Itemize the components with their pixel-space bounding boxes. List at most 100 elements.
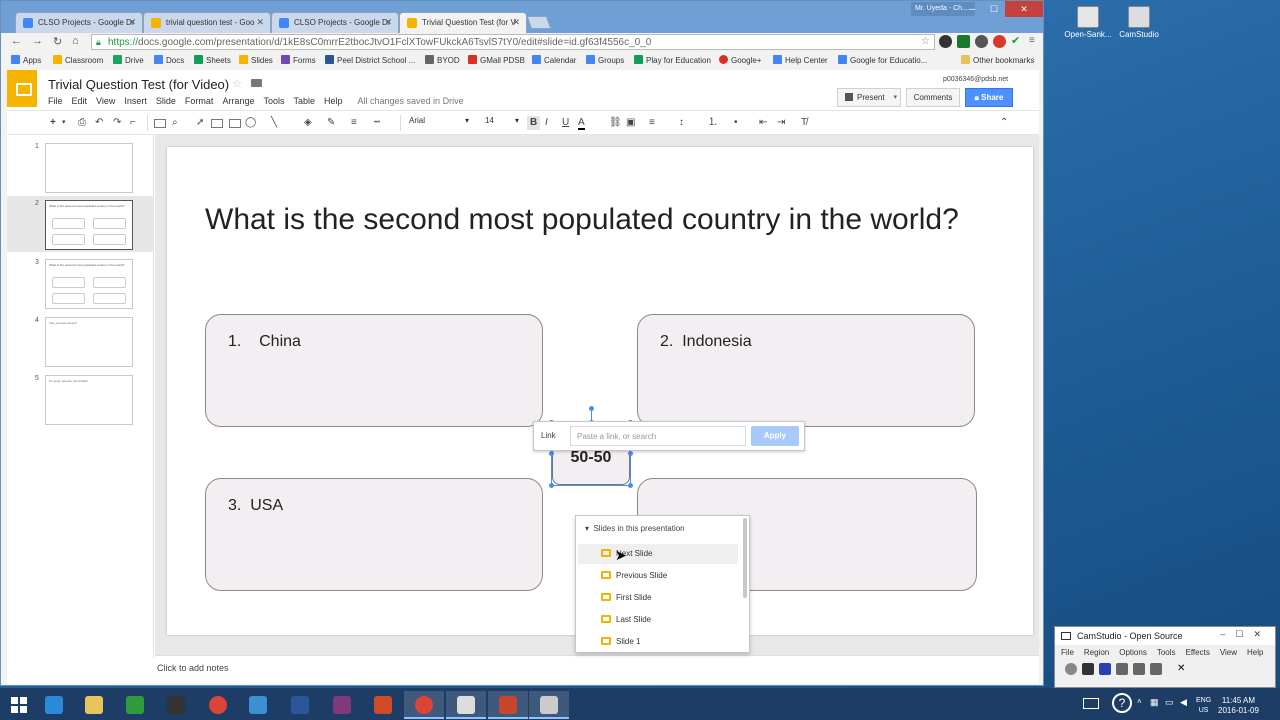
taskbar-app-open[interactable] — [488, 691, 528, 719]
cam-menu-region[interactable]: Region — [1084, 648, 1109, 657]
question-title[interactable]: What is the second most populated countr… — [205, 199, 985, 240]
bold-button[interactable]: B — [527, 116, 541, 130]
bookmark-item[interactable]: GMail PDSB — [468, 55, 525, 65]
taskbar-chrome[interactable] — [198, 691, 238, 719]
slides-logo-icon[interactable] — [7, 70, 37, 107]
bookmark-star-icon[interactable]: ☆ — [921, 36, 930, 47]
bookmark-item[interactable]: Classroom — [53, 55, 103, 65]
taskbar-word[interactable] — [280, 691, 320, 719]
language-indicator[interactable]: ENG US — [1196, 696, 1211, 716]
bookmark-item[interactable]: Sheets — [194, 55, 231, 65]
present-button[interactable]: Present ▾ — [837, 88, 901, 107]
bookmark-item[interactable]: BYOD — [425, 55, 460, 65]
resize-handle[interactable] — [549, 451, 554, 456]
close-tab-icon[interactable]: ✕ — [256, 17, 264, 28]
cam-menu-options[interactable]: Options — [1119, 648, 1147, 657]
bulleted-list-icon[interactable]: • — [734, 116, 738, 130]
browser-tab-active[interactable]: Trivial Question Test (for V ✕ — [399, 12, 527, 33]
resize-handle[interactable] — [628, 451, 633, 456]
browser-tab[interactable]: trivial question test - Goo ✕ — [143, 12, 271, 33]
desktop-icon-camstudio[interactable]: CamStudio — [1104, 6, 1174, 39]
taskbar-app-open[interactable] — [446, 691, 486, 719]
document-title[interactable]: Trivial Question Test (for Video) — [48, 77, 229, 92]
cam-menu-file[interactable]: File — [1061, 648, 1074, 657]
menu-icon[interactable]: ≡ — [1029, 35, 1042, 48]
border-dash-icon[interactable]: ┅ — [374, 116, 380, 130]
reload-icon[interactable]: ↻ — [53, 35, 62, 48]
chevron-down-icon[interactable]: ▾ — [62, 116, 66, 130]
chevron-up-icon[interactable]: ˄ — [1137, 697, 1142, 706]
filmstrip-slide[interactable]: 1 — [7, 139, 154, 195]
keyboard-icon[interactable] — [1083, 698, 1099, 709]
link-input[interactable]: Paste a link, or search — [570, 426, 746, 446]
clear-formatting-icon[interactable]: T̸ — [801, 116, 807, 130]
network-icon[interactable]: ▦ — [1150, 697, 1159, 708]
check-icon[interactable]: ✔ — [1011, 35, 1024, 48]
annotation-icon[interactable]: ✕ — [1177, 663, 1189, 675]
bookmark-item[interactable]: Peel District School ... — [325, 55, 415, 65]
numbered-list-icon[interactable]: ⒈ — [708, 116, 718, 130]
help-icon[interactable]: ? — [1112, 693, 1132, 713]
link-option-slide-1[interactable]: Slide 1 — [578, 632, 738, 652]
undo-icon[interactable]: ↶ — [95, 116, 103, 130]
shape-icon[interactable]: ◯ — [245, 116, 256, 130]
volume-icon[interactable]: ◀ — [1180, 697, 1187, 708]
new-slide-icon[interactable]: + — [50, 116, 56, 130]
folder-icon[interactable] — [251, 79, 262, 87]
bookmark-item[interactable]: Calendar — [532, 55, 576, 65]
menu-insert[interactable]: Insert — [124, 96, 147, 106]
fill-color-icon[interactable]: ◈ — [304, 116, 312, 130]
line-spacing-icon[interactable]: ↕ — [679, 116, 684, 130]
increase-indent-icon[interactable]: ⇥ — [777, 116, 785, 130]
link-icon[interactable]: ⛓ — [609, 116, 622, 130]
menu-table[interactable]: Table — [293, 96, 315, 106]
taskbar-camstudio-open[interactable] — [529, 691, 569, 719]
pause-icon[interactable] — [1082, 663, 1094, 675]
taskbar-onenote[interactable] — [322, 691, 362, 719]
link-option-first-slide[interactable]: First Slide — [578, 588, 738, 608]
underline-button[interactable]: U — [562, 116, 569, 130]
taskbar-app[interactable] — [156, 691, 196, 719]
slide-thumbnail[interactable]: What is the second most populated countr… — [45, 200, 133, 250]
bookmark-item[interactable]: Google+ — [719, 55, 761, 65]
taskbar-explorer[interactable] — [74, 691, 114, 719]
other-bookmarks[interactable]: Other bookmarks — [961, 55, 1034, 65]
extension-icon[interactable] — [993, 35, 1006, 48]
image-icon[interactable] — [229, 119, 241, 128]
close-tab-icon[interactable]: ✕ — [128, 17, 136, 28]
font-size-select[interactable]: 14 ▾ — [485, 116, 519, 125]
taskbar-chrome-open[interactable] — [404, 691, 444, 719]
print-icon[interactable]: ⎙ — [78, 116, 86, 130]
options-icon[interactable] — [1133, 663, 1145, 675]
answer-box-1[interactable]: 1. China — [205, 314, 543, 427]
menu-view[interactable]: View — [96, 96, 115, 106]
menu-format[interactable]: Format — [185, 96, 214, 106]
menu-help[interactable]: Help — [324, 96, 343, 106]
browser-tab[interactable]: CLSO Projects - Google Dr ✕ — [15, 12, 143, 33]
bookmark-item[interactable]: Groups — [586, 55, 624, 65]
taskbar-store[interactable] — [115, 691, 155, 719]
close-tab-icon[interactable]: ✕ — [384, 17, 392, 28]
align-icon[interactable]: ≡ — [649, 116, 655, 130]
speaker-notes[interactable]: Click to add notes — [155, 655, 1039, 684]
slides-section-header[interactable]: ▾ Slides in this presentation — [585, 524, 685, 533]
bookmark-item[interactable]: Docs — [154, 55, 184, 65]
start-button[interactable] — [11, 697, 27, 713]
slide-thumbnail[interactable]: Yes, you are correct! — [45, 317, 133, 367]
stop-icon[interactable] — [1099, 663, 1111, 675]
comment-icon[interactable]: ▣ — [626, 116, 635, 130]
italic-button[interactable]: I — [545, 116, 548, 130]
apply-button[interactable]: Apply — [751, 426, 799, 446]
font-select[interactable]: Arial ▾ — [409, 116, 469, 125]
menu-edit[interactable]: Edit — [72, 96, 88, 106]
taskbar-app[interactable] — [363, 691, 403, 719]
bookmark-item[interactable]: Apps — [11, 55, 41, 65]
share-button[interactable]: 🔒︎ Share — [965, 88, 1013, 107]
link-option-previous-slide[interactable]: Previous Slide — [578, 566, 738, 586]
paint-format-icon[interactable]: ⌐ — [130, 116, 136, 130]
text-box-icon[interactable] — [211, 119, 223, 128]
resize-handle[interactable] — [628, 483, 633, 488]
menu-file[interactable]: File — [48, 96, 63, 106]
back-icon[interactable]: ← — [11, 35, 22, 47]
answer-box-3[interactable]: 3. USA — [205, 478, 543, 591]
